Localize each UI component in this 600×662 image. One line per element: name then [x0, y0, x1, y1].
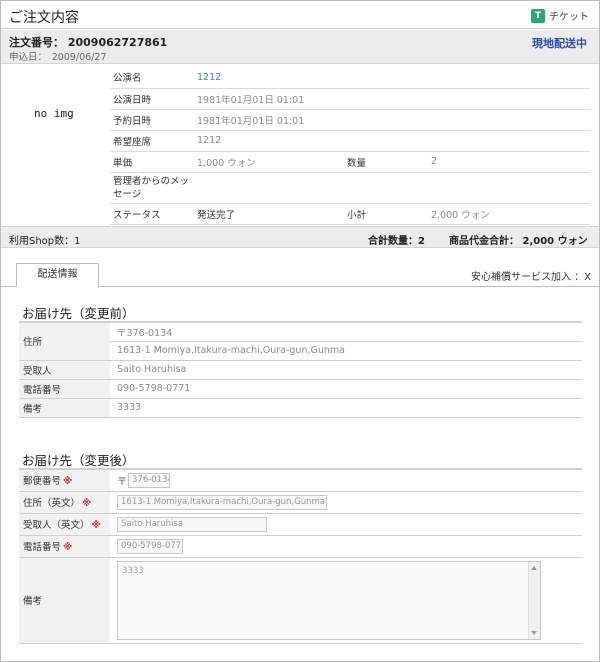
- label-text: 住所（英文）: [23, 498, 81, 509]
- shop-count: 利用Shop数：1: [9, 236, 81, 247]
- unit-price: 1,000 ウォン: [194, 151, 344, 173]
- tab-gap: [17, 286, 98, 287]
- textarea-scrollbar[interactable]: [528, 561, 540, 639]
- order-info-bar: 注文番号： 2009062727861 申込日： 2009/06/27 現地配送…: [1, 30, 599, 64]
- admin-message: [194, 172, 590, 204]
- required-mark: ※: [82, 498, 92, 509]
- zip-input[interactable]: 376-0134: [128, 472, 170, 488]
- recipient-before: Saito Haruhisa: [110, 360, 582, 380]
- performance-datetime: 1981年01月01日 01:01: [194, 88, 590, 110]
- row-label: 電話番号: [19, 379, 110, 399]
- row-label: 備考: [19, 557, 110, 644]
- total-price: 商品代金合計： 2,000 ウォン: [449, 236, 588, 247]
- total-quantity: 合計数量：2: [368, 236, 425, 247]
- order-status: 現地配送中: [532, 37, 587, 50]
- safety-service-status: 安心補償サービス加入 ：X: [470, 272, 591, 283]
- panel-header: ご注文内容 T チケット: [1, 1, 599, 29]
- note-text: 3333: [122, 565, 144, 576]
- row-label: 備考: [19, 398, 110, 418]
- table-row: 住所（英文） ※ 1613-1 Momiya,Itakura-machi,Oura…: [19, 491, 582, 514]
- row-label: 管理者からのメッセージ: [110, 172, 194, 204]
- table-row: 単価 1,000 ウォン 数量 2: [110, 151, 590, 173]
- zip-mark: 〒: [117, 476, 127, 488]
- order-detail-panel: ご注文内容 T チケット 注文番号： 2009062727861 申込日： 20…: [0, 0, 600, 662]
- row-label: 郵便番号 ※: [19, 468, 110, 492]
- row-label: 住所: [19, 321, 110, 361]
- order-summary-bar: 利用Shop数：1 合計数量：2 商品代金合計： 2,000 ウォン: [1, 226, 599, 248]
- note-before: 3333: [110, 398, 582, 418]
- label-text: 郵便番号: [23, 476, 62, 488]
- table-row: 備考 3333: [19, 398, 582, 418]
- row-label: 希望座席: [110, 130, 194, 152]
- required-mark: ※: [91, 520, 101, 531]
- section-title-before: お届け先（変更前）: [22, 306, 135, 321]
- address-after-form: 郵便番号 ※ 〒 376-0134 住所（英文） ※ 1613-1 Momiya,It…: [19, 468, 582, 644]
- reservation-datetime: 1981年01月01日 01:01: [194, 109, 590, 131]
- page-title: ご注文内容: [9, 10, 79, 26]
- order-number: 注文番号： 2009062727861: [9, 36, 168, 49]
- row-label: 住所（英文） ※: [19, 491, 110, 514]
- row-label: 単価: [110, 151, 194, 173]
- seat-preference: 1212: [194, 130, 590, 152]
- ticket-label: チケット: [549, 12, 589, 23]
- table-row: ステータス 発送完了 小計 2,000 ウォン: [110, 203, 590, 225]
- row-label: 予約日時: [110, 109, 194, 131]
- quantity: 2: [428, 151, 590, 173]
- table-row: 受取人（英文） ※ Saito Haruhisa: [19, 513, 582, 536]
- row-label: 受取人: [19, 360, 110, 380]
- row-label: 電話番号 ※: [19, 535, 110, 558]
- product-detail-table: 公演名 1212 公演日時 1981年01月01日 01:01 予約日時 198…: [110, 67, 590, 225]
- table-row: 管理者からのメッセージ: [110, 172, 590, 204]
- required-mark: ※: [63, 476, 73, 488]
- scroll-up-icon[interactable]: [531, 565, 537, 570]
- table-row: 公演日時 1981年01月01日 01:01: [110, 88, 590, 110]
- table-row: 郵便番号 ※ 〒 376-0134: [19, 468, 582, 492]
- required-mark: ※: [63, 542, 73, 553]
- delivery-status: 発送完了: [194, 203, 344, 225]
- label-text: 電話番号: [23, 542, 62, 553]
- table-row: 備考 3333: [19, 557, 582, 644]
- ticket-icon: T: [531, 8, 545, 23]
- ticket-link[interactable]: T チケット: [531, 8, 589, 23]
- row-label: 公演日時: [110, 88, 194, 110]
- order-date: 申込日： 2009/06/27: [9, 52, 107, 63]
- performance-name-link[interactable]: 1212: [194, 67, 590, 89]
- tab-delivery-info[interactable]: 配送情報: [16, 263, 99, 287]
- row-label: 公演名: [110, 67, 194, 89]
- subtotal: 2,000 ウォン: [428, 203, 590, 225]
- table-row: 電話番号 ※ 090-5798-0771: [19, 535, 582, 558]
- table-row: 住所 〒376-0134: [19, 321, 582, 361]
- address-before: 1613-1 Momiya,Itakura-machi,Oura-gun,Gun…: [110, 341, 582, 361]
- recipient-input[interactable]: Saito Haruhisa: [117, 516, 267, 532]
- row-label: ステータス: [110, 203, 194, 225]
- zip-before: 〒376-0134: [110, 321, 582, 342]
- row-label: 小計: [344, 203, 428, 225]
- table-row: 予約日時 1981年01月01日 01:01: [110, 109, 590, 131]
- phone-input[interactable]: 090-5798-0771: [117, 538, 183, 554]
- section-title-after: お届け先（変更後）: [22, 453, 135, 468]
- row-label: 受取人（英文） ※: [19, 513, 110, 536]
- scroll-down-icon[interactable]: [531, 630, 537, 635]
- address-before-table: 住所 〒376-0134 1613-1 Momiya,Itakura-machi…: [19, 321, 582, 418]
- label-text: 受取人（英文）: [23, 520, 90, 531]
- note-textarea[interactable]: 3333: [117, 560, 541, 640]
- product-image-placeholder: no img: [34, 107, 74, 120]
- address-input[interactable]: 1613-1 Momiya,Itakura-machi,Oura-gun,Gun…: [117, 494, 327, 510]
- phone-before: 090-5798-0771: [110, 379, 582, 399]
- table-row: 公演名 1212: [110, 67, 590, 89]
- table-row: 希望座席 1212: [110, 130, 590, 152]
- table-row: 受取人 Saito Haruhisa: [19, 360, 582, 380]
- row-label: 数量: [344, 151, 428, 173]
- table-row: 電話番号 090-5798-0771: [19, 379, 582, 399]
